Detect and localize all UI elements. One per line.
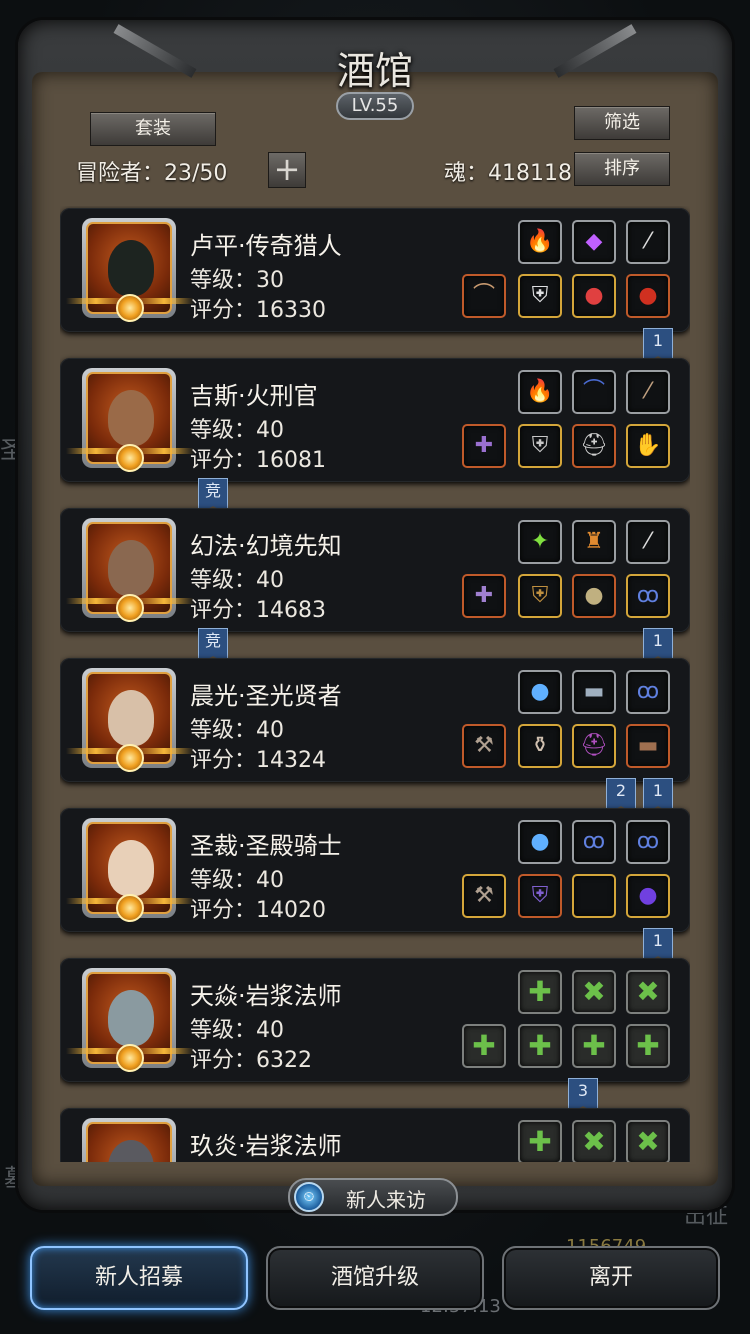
amulet-icon[interactable]: ꝏ (626, 574, 670, 618)
tavern-upgrade-button[interactable]: 酒馆升级 (266, 1246, 484, 1310)
empty-slot-x-icon[interactable]: ✖ (572, 970, 616, 1014)
soul-count: 魂：418118 (444, 161, 572, 186)
leave-button[interactable]: 离开 (502, 1246, 720, 1310)
rank-medal-icon (116, 1044, 144, 1072)
empty-slot-x-icon[interactable]: ✖ (626, 970, 670, 1014)
staff-icon[interactable]: ✚ (462, 574, 506, 618)
hero-score: 评分：16081 (190, 448, 326, 473)
axe-icon[interactable]: ⚒ (462, 724, 506, 768)
armor-icon[interactable]: ⛨ (518, 874, 562, 918)
hat-icon[interactable]: ⛑ (572, 724, 616, 768)
sort-button[interactable]: 排序 (574, 152, 670, 186)
tavern-screen: 圣 墓 出征 1156749 12:57:13 酒馆 LV.55 套装 筛选 排… (0, 0, 750, 1334)
hero-score: 评分：14020 (190, 898, 326, 923)
hero-score: 评分：14683 (190, 598, 326, 623)
set-button[interactable]: 套装 (90, 112, 216, 146)
new-visitor-label: 新人来访 (346, 1188, 426, 1212)
rod-icon[interactable]: ⁄ (626, 220, 670, 264)
robe-icon[interactable]: ⚱ (518, 724, 562, 768)
rank-medal-icon (116, 294, 144, 322)
gauntlet-icon[interactable]: ✋ (626, 424, 670, 468)
rod-icon[interactable]: ⁄ (626, 520, 670, 564)
hero-card[interactable]: 天焱·岩浆法师 等级：40 评分：6322 ✚ ✖ ✖ ✚ ✚ ✚ ✚ (60, 958, 690, 1082)
armor-icon[interactable]: ⛨ (518, 274, 562, 318)
hero-level: 等级：40 (190, 1018, 284, 1043)
hero-name: 天焱·岩浆法师 (190, 982, 342, 1010)
empty-slot-plus-icon[interactable]: ✚ (626, 1024, 670, 1068)
hero-level: 等级：40 (190, 568, 284, 593)
ring-icon[interactable]: ● (626, 874, 670, 918)
hero-name: 圣裁·圣殿骑士 (190, 832, 342, 860)
hero-card[interactable]: 玖炎·岩浆法师 ✚ ✖ ✖ (60, 1108, 690, 1162)
hero-score: 评分：14324 (190, 748, 326, 773)
hero-level: 等级：30 (190, 268, 284, 293)
hammer-icon[interactable]: ⚒ (462, 874, 506, 918)
amulet-icon[interactable]: ꝏ (572, 820, 616, 864)
hero-card[interactable]: 卢平·传奇猎人 等级：30 评分：16330 🔥 ◆ ⁄ ⌒ ⛨ ● ● (60, 208, 690, 332)
rank-medal-icon (116, 594, 144, 622)
shield-icon[interactable]: ● (572, 574, 616, 618)
fire-orb-icon[interactable]: 🔥 (518, 220, 562, 264)
hero-name: 幻法·幻境先知 (190, 532, 342, 560)
ring-icon[interactable]: ● (626, 274, 670, 318)
empty-slot-plus-icon[interactable]: ✚ (518, 970, 562, 1014)
add-capacity-button[interactable]: + (268, 152, 306, 188)
hero-list[interactable]: 卢平·传奇猎人 等级：30 评分：16330 🔥 ◆ ⁄ ⌒ ⛨ ● ● 1 吉… (60, 206, 690, 1162)
amulet-icon[interactable]: ꝏ (626, 670, 670, 714)
empty-slot-plus-icon[interactable]: ✚ (518, 1120, 562, 1162)
fire-orb-icon[interactable]: 🔥 (518, 370, 562, 414)
page-title: 酒馆 (336, 49, 413, 93)
hero-score: 评分：6322 (190, 1048, 312, 1073)
feather-icon[interactable]: ⁄ (626, 370, 670, 414)
purple-gem-icon[interactable]: ◆ (572, 220, 616, 264)
armor-icon[interactable]: ⛨ (518, 574, 562, 618)
hero-card[interactable]: 晨光·圣光贤者 等级：40 评分：14324 ● ▬ ꝏ ⚒ ⚱ ⛑ ▬ (60, 658, 690, 782)
bracer-icon[interactable] (572, 874, 616, 918)
hero-name: 晨光·圣光贤者 (190, 682, 342, 710)
rank-medal-icon (116, 444, 144, 472)
adventurer-count: 冒险者：23/50 (76, 161, 228, 186)
empty-slot-x-icon[interactable]: ✖ (626, 1120, 670, 1162)
amulet-icon[interactable]: ꝏ (626, 820, 670, 864)
crossbow-icon[interactable]: ⌒ (462, 274, 506, 318)
hero-card[interactable]: 幻法·幻境先知 等级：40 评分：14683 ✦ ♜ ⁄ ✚ ⛨ ● ꝏ (60, 508, 690, 632)
staff-icon[interactable]: ✚ (462, 424, 506, 468)
empty-slot-plus-icon[interactable]: ✚ (518, 1024, 562, 1068)
hero-score: 评分：16330 (190, 298, 326, 323)
hero-name: 吉斯·火刑官 (190, 382, 318, 410)
hero-level: 等级：40 (190, 418, 284, 443)
hero-card[interactable]: 吉斯·火刑官 等级：40 评分：16081 🔥 ⌒ ⁄ ✚ ⛨ ⛑ ✋ (60, 358, 690, 482)
tome-icon[interactable]: ▬ (626, 724, 670, 768)
book-icon[interactable]: ▬ (572, 670, 616, 714)
bow-icon[interactable]: ⌒ (572, 370, 616, 414)
green-crystal-icon[interactable]: ✦ (518, 520, 562, 564)
hero-level: 等级：40 (190, 868, 284, 893)
empty-slot-x-icon[interactable]: ✖ (572, 1120, 616, 1162)
hero-portrait (82, 1118, 176, 1162)
helmet-icon[interactable]: ⛑ (572, 424, 616, 468)
armor-icon[interactable]: ⛨ (518, 424, 562, 468)
new-visitor-button[interactable]: ⏲ 新人来访 (288, 1178, 458, 1216)
lantern-icon[interactable]: ♜ (572, 520, 616, 564)
hero-level: 等级：40 (190, 718, 284, 743)
rank-medal-icon (116, 894, 144, 922)
hero-name: 卢平·传奇猎人 (190, 232, 342, 260)
empty-slot-plus-icon[interactable]: ✚ (462, 1024, 506, 1068)
recruit-button[interactable]: 新人招募 (30, 1246, 248, 1310)
blue-orb-icon[interactable]: ● (518, 670, 562, 714)
empty-slot-plus-icon[interactable]: ✚ (572, 1024, 616, 1068)
clock-icon: ⏲ (294, 1182, 324, 1212)
filter-button[interactable]: 筛选 (574, 106, 670, 140)
amulet-icon[interactable]: ● (572, 274, 616, 318)
rank-medal-icon (116, 744, 144, 772)
hero-name: 玖炎·岩浆法师 (190, 1132, 342, 1160)
hero-card[interactable]: 圣裁·圣殿骑士 等级：40 评分：14020 ● ꝏ ꝏ ⚒ ⛨ ● (60, 808, 690, 932)
blue-orb-icon[interactable]: ● (518, 820, 562, 864)
tavern-level-badge: LV.55 (336, 92, 414, 120)
